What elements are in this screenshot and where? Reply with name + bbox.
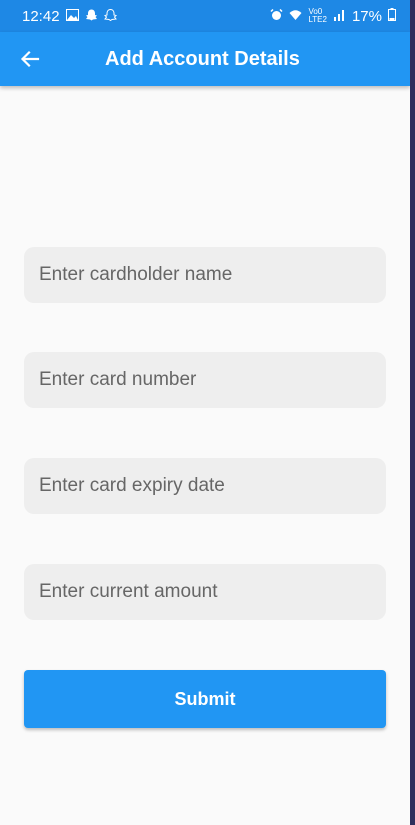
card-number-field[interactable] <box>24 352 386 408</box>
page-title: Add Account Details <box>105 48 300 70</box>
status-time: 12:42 <box>22 7 60 25</box>
back-button[interactable] <box>10 39 50 79</box>
status-right: Vo0 LTE2 17% <box>270 7 396 25</box>
window-edge <box>410 0 415 825</box>
card-number-input[interactable] <box>24 352 386 408</box>
signal-icon <box>333 8 346 25</box>
wifi-icon <box>289 8 302 25</box>
status-left: 12:42 <box>22 8 117 25</box>
current-amount-input[interactable] <box>24 564 386 620</box>
current-amount-field[interactable] <box>24 564 386 620</box>
snapchat-icon <box>85 8 98 25</box>
app-bar: Add Account Details <box>0 32 410 86</box>
submit-button[interactable]: Submit <box>24 670 386 728</box>
arrow-left-icon <box>20 50 40 68</box>
volte-indicator: Vo0 LTE2 <box>308 8 327 24</box>
snapchat-icon <box>103 8 117 25</box>
card-expiry-field[interactable] <box>24 458 386 514</box>
alarm-icon <box>270 8 283 25</box>
battery-percent: 17% <box>351 7 382 25</box>
cardholder-name-input[interactable] <box>24 247 386 303</box>
card-expiry-input[interactable] <box>24 458 386 514</box>
cardholder-name-field[interactable] <box>24 247 386 303</box>
status-bar: 12:42 Vo0 LTE2 17% <box>0 0 410 32</box>
gallery-icon <box>65 8 79 25</box>
volte-bottom-label: LTE2 <box>308 15 327 24</box>
battery-icon <box>388 7 396 25</box>
app-screen: 12:42 Vo0 LTE2 17% Add Account Details E… <box>0 0 410 825</box>
